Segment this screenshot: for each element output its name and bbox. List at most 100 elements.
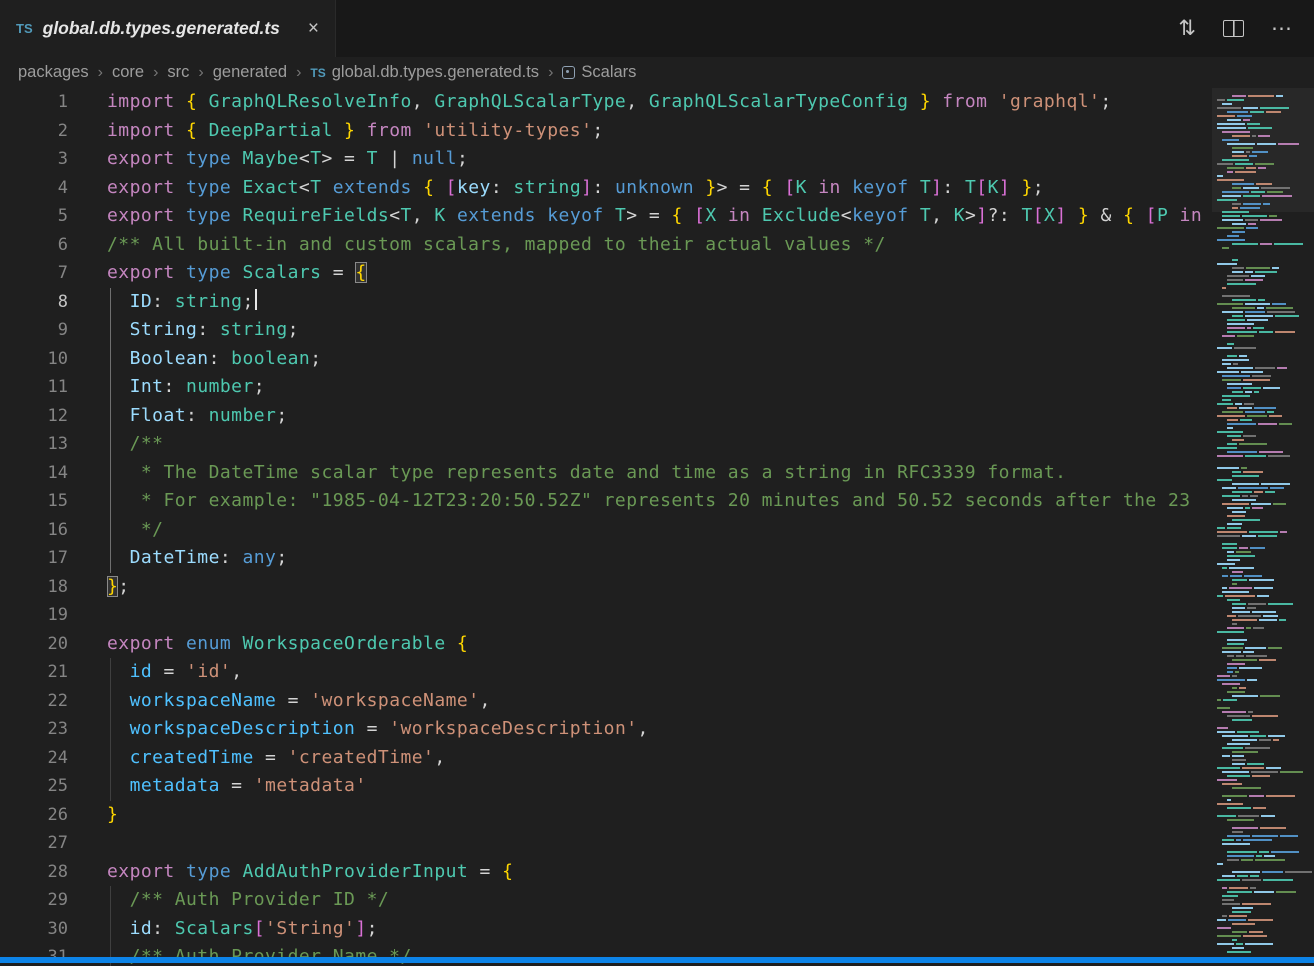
line-number[interactable]: 15 (0, 487, 68, 516)
line-number[interactable]: 16 (0, 516, 68, 545)
code-line[interactable]: 9 String: string; (0, 316, 1314, 345)
typescript-file-icon: TS (16, 21, 33, 36)
code-line[interactable]: 19 (0, 601, 1314, 630)
line-text: export type Maybe<T> = T | null; (107, 145, 1314, 174)
code-line[interactable]: 15 * For example: "1985-04-12T23:20:50.5… (0, 487, 1314, 516)
breadcrumb-label: src (167, 63, 189, 82)
line-number[interactable]: 6 (0, 231, 68, 260)
line-text: Boolean: boolean; (107, 345, 1314, 374)
line-text: Int: number; (107, 373, 1314, 402)
line-text: export type AddAuthProviderInput = { (107, 858, 1314, 887)
breadcrumb-item[interactable]: core (112, 63, 144, 82)
code-line[interactable]: 28 export type AddAuthProviderInput = { (0, 858, 1314, 887)
indent-guide (110, 288, 111, 317)
line-number[interactable]: 7 (0, 259, 68, 288)
code-line[interactable]: 16 */ (0, 516, 1314, 545)
line-number[interactable]: 11 (0, 373, 68, 402)
indent-guide (110, 516, 111, 545)
line-number[interactable]: 28 (0, 858, 68, 887)
more-actions-icon[interactable]: ⋯ (1271, 18, 1292, 39)
line-number[interactable]: 22 (0, 687, 68, 716)
line-number[interactable]: 2 (0, 117, 68, 146)
code-line[interactable]: 21 id = 'id', (0, 658, 1314, 687)
line-number[interactable]: 25 (0, 772, 68, 801)
code-line[interactable]: 5export type RequireFields<T, K extends … (0, 202, 1314, 231)
close-tab-icon[interactable]: × (308, 19, 319, 38)
line-number[interactable]: 1 (0, 88, 68, 117)
code-line[interactable]: 29 /** Auth Provider ID */ (0, 886, 1314, 915)
line-number[interactable]: 30 (0, 915, 68, 944)
line-text: workspaceDescription = 'workspaceDescrip… (107, 715, 1314, 744)
line-number[interactable]: 8 (0, 288, 68, 317)
line-number[interactable]: 18 (0, 573, 68, 602)
breadcrumb-item[interactable]: packages (18, 63, 89, 82)
line-number[interactable]: 24 (0, 744, 68, 773)
line-number[interactable]: 5 (0, 202, 68, 231)
cursor (255, 289, 257, 310)
line-text: /** Auth Provider ID */ (107, 886, 1314, 915)
line-number[interactable]: 3 (0, 145, 68, 174)
code-line[interactable]: 13 /** (0, 430, 1314, 459)
indent-guide (110, 430, 111, 459)
line-number[interactable]: 17 (0, 544, 68, 573)
breadcrumb-item[interactable]: generated (213, 63, 287, 82)
code-line[interactable]: 18}; (0, 573, 1314, 602)
line-number[interactable]: 27 (0, 829, 68, 858)
code-line[interactable]: 14 * The DateTime scalar type represents… (0, 459, 1314, 488)
indent-guide (110, 345, 111, 374)
code-line[interactable]: 3 export type Maybe<T> = T | null; (0, 145, 1314, 174)
code-line[interactable]: 20 export enum WorkspaceOrderable { (0, 630, 1314, 659)
code-line[interactable]: 10 Boolean: boolean; (0, 345, 1314, 374)
line-number[interactable]: 26 (0, 801, 68, 830)
line-number[interactable]: 13 (0, 430, 68, 459)
code-line[interactable]: 24 createdTime = 'createdTime', (0, 744, 1314, 773)
code-line[interactable]: 17 DateTime: any; (0, 544, 1314, 573)
line-text: Float: number; (107, 402, 1314, 431)
tab-global-db-types-generated[interactable]: TS global.db.types.generated.ts × (0, 0, 336, 57)
line-text: import { GraphQLResolveInfo, GraphQLScal… (107, 88, 1314, 117)
breadcrumb-item[interactable]: TSglobal.db.types.generated.ts (310, 63, 539, 82)
line-number[interactable]: 20 (0, 630, 68, 659)
breadcrumb-item[interactable]: Scalars (562, 63, 636, 82)
line-text: export type Scalars = { (107, 259, 1314, 288)
line-text: }; (107, 573, 1314, 602)
line-number[interactable]: 10 (0, 345, 68, 374)
code-line[interactable]: 25 metadata = 'metadata' (0, 772, 1314, 801)
code-line[interactable]: 26} (0, 801, 1314, 830)
code-line[interactable]: 27 (0, 829, 1314, 858)
line-text (107, 601, 1314, 630)
line-number[interactable]: 19 (0, 601, 68, 630)
indent-guide (110, 715, 111, 744)
line-number[interactable]: 29 (0, 886, 68, 915)
line-text: export enum WorkspaceOrderable { (107, 630, 1314, 659)
code-line[interactable]: 7 export type Scalars = { (0, 259, 1314, 288)
indent-guide (110, 915, 111, 944)
code-line[interactable]: 30 id: Scalars['String']; (0, 915, 1314, 944)
code-line[interactable]: 6/** All built-in and custom scalars, ma… (0, 231, 1314, 260)
open-changes-icon[interactable]: ⇅ (1178, 18, 1196, 39)
code-line[interactable]: 8 ID: string; (0, 288, 1314, 317)
split-editor-icon[interactable] (1223, 20, 1244, 37)
indent-guide (110, 373, 111, 402)
line-number[interactable]: 21 (0, 658, 68, 687)
code-line[interactable]: 4 export type Exact<T extends { [key: str… (0, 174, 1314, 203)
code-line[interactable]: 22 workspaceName = 'workspaceName', (0, 687, 1314, 716)
code-line[interactable]: 2import { DeepPartial } from 'utility-ty… (0, 117, 1314, 146)
breadcrumb: packages›core›src›generated›TSglobal.db.… (0, 57, 1314, 88)
tab-title: global.db.types.generated.ts (43, 18, 280, 39)
line-number[interactable]: 12 (0, 402, 68, 431)
line-number[interactable]: 23 (0, 715, 68, 744)
code-line[interactable]: 12 Float: number; (0, 402, 1314, 431)
breadcrumb-label: packages (18, 63, 89, 82)
line-number[interactable]: 4 (0, 174, 68, 203)
code-line[interactable]: 23 workspaceDescription = 'workspaceDesc… (0, 715, 1314, 744)
minimap[interactable] (1212, 88, 1314, 966)
line-number[interactable]: 9 (0, 316, 68, 345)
line-number[interactable]: 14 (0, 459, 68, 488)
breadcrumb-item[interactable]: src (167, 63, 189, 82)
line-text: export type Exact<T extends { [key: stri… (107, 174, 1314, 203)
line-text: workspaceName = 'workspaceName', (107, 687, 1314, 716)
code-line[interactable]: 11 Int: number; (0, 373, 1314, 402)
line-text: * For example: "1985-04-12T23:20:50.52Z"… (107, 487, 1314, 516)
code-line[interactable]: 1 import { GraphQLResolveInfo, GraphQLSca… (0, 88, 1314, 117)
